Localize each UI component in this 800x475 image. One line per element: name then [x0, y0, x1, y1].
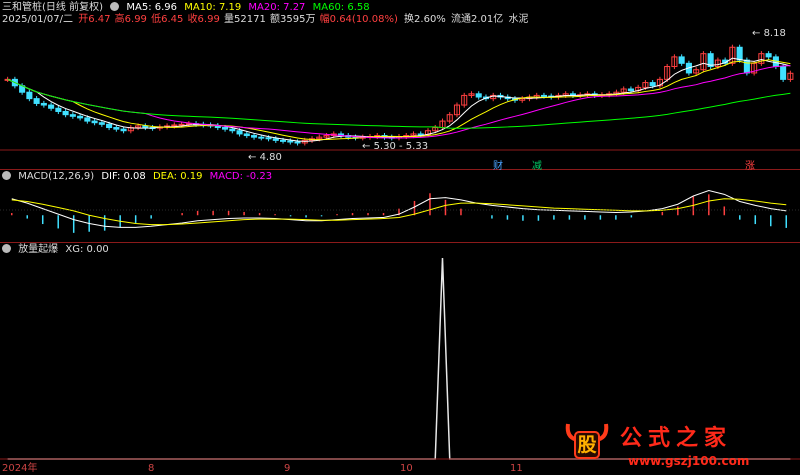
volume-label: 量52171: [224, 14, 266, 25]
event-mark-finance[interactable]: 财: [493, 157, 503, 172]
macd-dif: DIF: 0.08: [101, 171, 146, 182]
macd-name[interactable]: MACD(12,26,9): [18, 171, 94, 182]
candle-body: [258, 136, 265, 139]
chart-canvas: [0, 44, 800, 460]
candle-body: [743, 59, 750, 74]
candle-body: [77, 115, 84, 119]
signal-header: 放量起爆 XG: 0.00: [2, 244, 113, 256]
range-price-value: 5.30 - 5.33: [373, 141, 429, 152]
macd-plot: [10, 189, 788, 233]
panel-separator-macd: [0, 169, 800, 170]
candle-body: [178, 123, 185, 126]
candle-body: [40, 102, 47, 106]
candle-body: [475, 93, 482, 98]
sector-label: 水泥: [508, 14, 529, 25]
candle-body: [251, 135, 258, 138]
high-label: 高6.99: [114, 14, 147, 25]
x-axis-label-aug: 8: [148, 463, 155, 474]
candle-body: [222, 127, 229, 130]
candle-body: [106, 123, 113, 129]
watermark-site-name: 公式之家: [620, 426, 733, 451]
candle-body: [765, 53, 772, 58]
event-mark-reduce[interactable]: 减: [532, 157, 542, 172]
macd-header: MACD(12,26,9) DIF: 0.08 DEA: 0.19 MACD: …: [2, 171, 276, 183]
candle-body: [736, 46, 743, 61]
price-candles: [4, 44, 794, 146]
candle-body: [55, 107, 62, 112]
header-line-2: 2025/01/07/二 开6.47 高6.99 低6.45 收6.99 量52…: [2, 14, 532, 26]
candle-body: [780, 66, 787, 80]
watermark-logo: 股 公式之家 www.gszj100.com: [558, 418, 798, 474]
low-label: 低6.45: [151, 14, 184, 25]
ma60-line: [7, 78, 791, 129]
candle-body: [540, 94, 547, 97]
float-cap-label: 流通2.01亿: [451, 14, 504, 25]
date-label: 2025/01/07/二: [2, 14, 74, 25]
candle-body: [243, 133, 250, 137]
watermark-url: www.gszj100.com: [628, 454, 750, 468]
high-price-marker: ← 8.18: [752, 28, 786, 39]
candle-body: [287, 140, 294, 143]
candle-body: [113, 127, 120, 130]
macd-settings-icon[interactable]: [2, 171, 11, 180]
macd-dea: DEA: 0.19: [152, 171, 203, 182]
candle-body: [84, 117, 91, 122]
ma5-label: MA5: 6.96: [126, 2, 178, 13]
ma10-line: [7, 59, 791, 141]
low-price-marker: ← 4.80: [248, 152, 282, 163]
signal-settings-icon[interactable]: [2, 244, 11, 253]
x-axis-label-sep: 9: [284, 463, 291, 474]
x-axis-label-oct: 10: [400, 463, 413, 474]
logo-emblem: 股: [564, 418, 610, 464]
candle-body: [272, 138, 279, 141]
signal-xg: XG: 0.00: [65, 244, 109, 255]
candle-body: [229, 128, 236, 132]
candle-body: [120, 128, 127, 132]
logo-char: 股: [577, 434, 597, 456]
candle-body: [26, 91, 33, 100]
candle-body: [91, 120, 98, 124]
low-price-value: 4.80: [259, 152, 282, 163]
candle-body: [678, 56, 685, 64]
amount-label: 额3595万: [270, 14, 316, 25]
event-mark-rise[interactable]: 涨: [745, 157, 755, 172]
candle-body: [33, 98, 40, 104]
header-line-1: 三和管桩(日线 前复权) MA5: 6.96 MA10: 7.19 MA20: …: [2, 2, 374, 14]
settings-icon[interactable]: [110, 2, 120, 11]
candle-body: [294, 141, 301, 144]
macd-value: MACD: -0.23: [209, 171, 273, 182]
candle-body: [236, 130, 243, 135]
candle-body: [417, 133, 424, 136]
range-price-marker: ← 5.30 - 5.33: [362, 141, 429, 152]
open-label: 开6.47: [78, 14, 111, 25]
panel-separator-signal: [0, 242, 800, 243]
candle-body: [649, 82, 656, 87]
candle-body: [69, 114, 76, 117]
x-axis-label-year: 2024年: [2, 463, 38, 474]
close-label: 收6.99: [187, 14, 220, 25]
change-label: 幅0.64(10.08%): [319, 14, 398, 25]
candle-body: [265, 137, 272, 140]
candle-body: [62, 110, 69, 116]
turnover-label: 换2.60%: [404, 14, 446, 25]
candle-body: [98, 122, 105, 125]
candle-body: [171, 124, 178, 127]
ma10-label: MA10: 7.19: [184, 2, 242, 13]
stock-name[interactable]: 三和管桩(日线 前复权): [2, 2, 103, 13]
x-axis-label-nov: 11: [510, 463, 523, 474]
high-price-value: 8.18: [763, 28, 786, 39]
candle-body: [627, 88, 634, 92]
candle-body: [280, 139, 287, 142]
signal-name[interactable]: 放量起爆: [18, 244, 58, 255]
ma20-label: MA20: 7.27: [248, 2, 306, 13]
candle-body: [48, 104, 55, 109]
ma60-label: MA60: 6.58: [312, 2, 370, 13]
